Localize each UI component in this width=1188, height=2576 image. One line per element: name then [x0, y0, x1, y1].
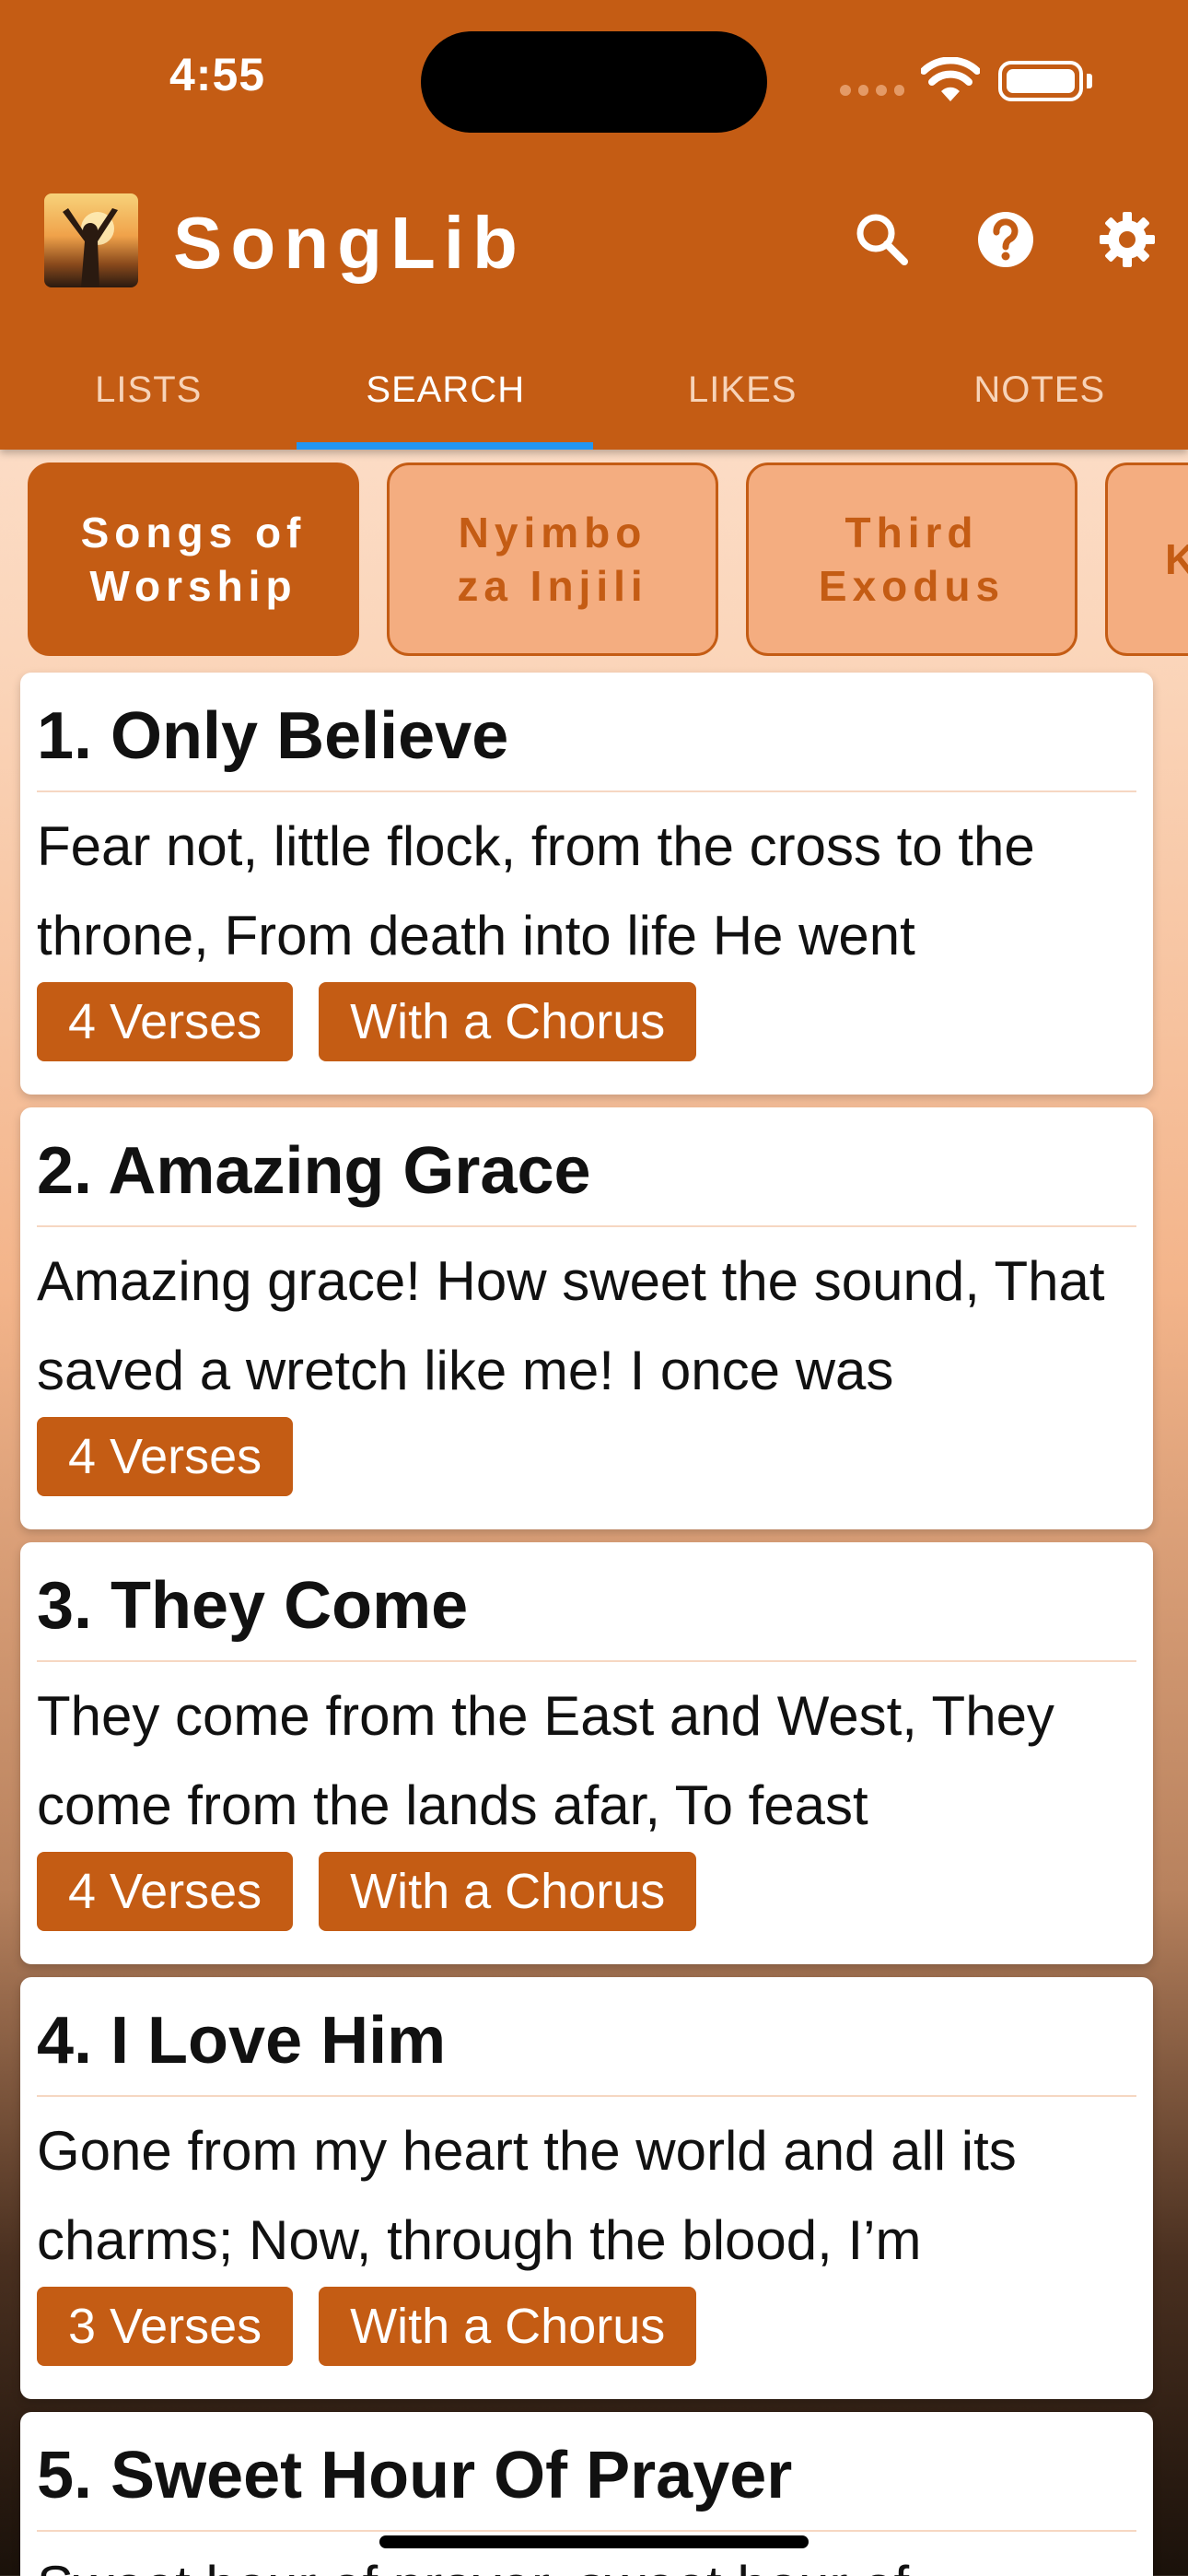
- app-title: SongLib: [173, 202, 526, 284]
- song-card[interactable]: 3. They Come They come from the East and…: [20, 1542, 1153, 1964]
- book-chip-nyimbo-za-injili[interactable]: Nyimbo za Injili: [387, 463, 718, 656]
- gear-icon[interactable]: [1098, 210, 1157, 269]
- song-title: 4. I Love Him: [37, 2004, 447, 2078]
- song-title: 5. Sweet Hour Of Prayer: [37, 2439, 793, 2512]
- chorus-badge: With a Chorus: [319, 2287, 697, 2366]
- song-card[interactable]: 5. Sweet Hour Of Prayer Sweet hour of pr…: [20, 2412, 1153, 2576]
- battery-icon: [998, 61, 1083, 101]
- tab-notes[interactable]: NOTES: [891, 341, 1188, 450]
- song-title: 3. They Come: [37, 1569, 469, 1643]
- verses-badge: 4 Verses: [37, 1417, 294, 1496]
- song-card[interactable]: 1. Only Believe Fear not, little flock, …: [20, 673, 1153, 1095]
- book-chip-songs-of-worship[interactable]: Songs of Worship: [28, 463, 359, 656]
- tab-lists[interactable]: LISTS: [0, 341, 297, 450]
- song-title: 1. Only Believe: [37, 699, 509, 773]
- song-snippet: Fear not, little flock, from the cross t…: [37, 815, 1035, 966]
- home-indicator[interactable]: [379, 2535, 809, 2548]
- wifi-icon: [921, 57, 980, 101]
- song-card[interactable]: 4. I Love Him Gone from my heart the wor…: [20, 1977, 1153, 2399]
- verses-badge: 4 Verses: [37, 982, 294, 1061]
- chorus-badge: With a Chorus: [319, 1852, 697, 1931]
- dynamic-island: [421, 31, 767, 133]
- book-chip-partial[interactable]: K: [1105, 463, 1188, 656]
- status-time: 4:55: [169, 49, 266, 100]
- song-snippet: They come from the East and West, They c…: [37, 1685, 1054, 1836]
- verses-badge: 3 Verses: [37, 2287, 294, 2366]
- book-chip-third-exodus[interactable]: Third Exodus: [746, 463, 1077, 656]
- search-icon[interactable]: [853, 210, 912, 269]
- songbook-selector: Songs of Worship Nyimbo za Injili Third …: [0, 463, 1188, 660]
- tab-likes[interactable]: LIKES: [594, 341, 891, 450]
- app-logo: [44, 193, 138, 287]
- song-title: 2. Amazing Grace: [37, 1134, 591, 1208]
- help-icon[interactable]: [976, 210, 1035, 269]
- tab-search[interactable]: SEARCH: [297, 341, 595, 450]
- app-bar: 4:55 SongLib LISTS SEARCH LIKES NOTES: [0, 0, 1188, 450]
- tab-bar: LISTS SEARCH LIKES NOTES: [0, 341, 1188, 450]
- verses-badge: 4 Verses: [37, 1852, 294, 1931]
- song-card[interactable]: 2. Amazing Grace Amazing grace! How swee…: [20, 1107, 1153, 1529]
- song-snippet: Amazing grace! How sweet the sound, That…: [37, 1250, 1105, 1401]
- active-tab-indicator: [297, 442, 593, 450]
- chorus-badge: With a Chorus: [319, 982, 697, 1061]
- cellular-signal-icon: [840, 83, 904, 98]
- song-snippet: Gone from my heart the world and all its…: [37, 2120, 1017, 2271]
